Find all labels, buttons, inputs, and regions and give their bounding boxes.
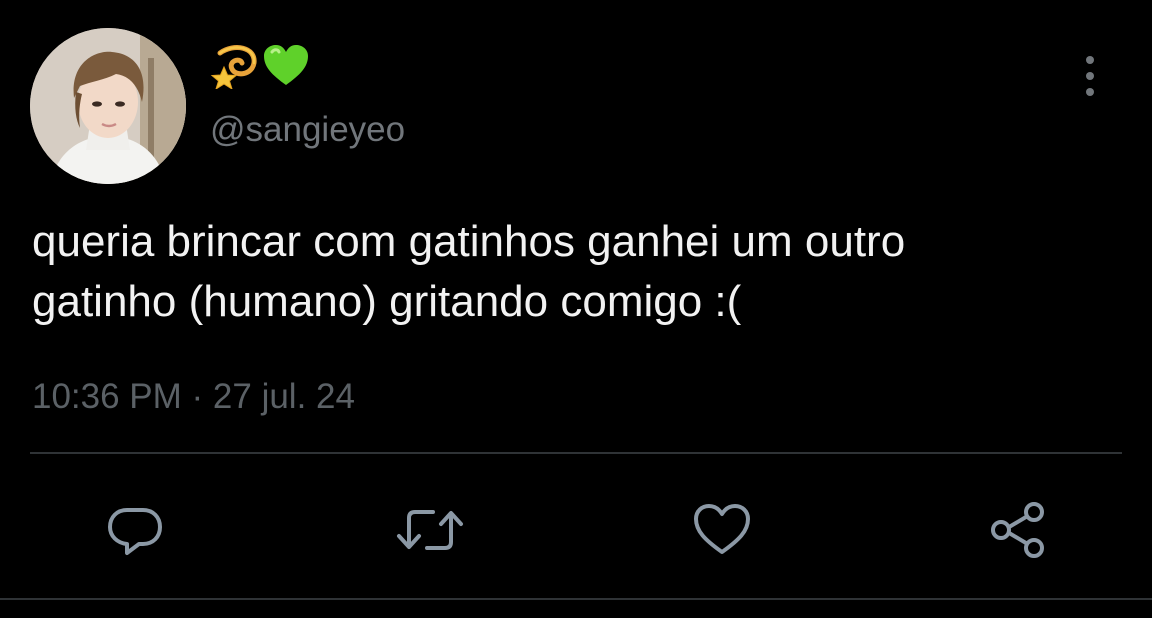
divider — [0, 598, 1152, 600]
speech-bubble-icon — [108, 508, 162, 555]
more-dot-icon — [1086, 56, 1094, 64]
retweet-arrows-icon — [397, 510, 463, 550]
tweet-timestamp[interactable]: 10:36 PM · 27 jul. 24 — [32, 374, 355, 420]
avatar-photo — [30, 28, 186, 184]
tweet-card: @sangieyeo queria brincar com gatinhos g… — [0, 0, 1152, 618]
display-name[interactable] — [210, 40, 310, 90]
heart-outline-icon — [694, 504, 750, 554]
tweet-text-line: gatinho (humano) gritando comigo :( — [32, 277, 742, 326]
avatar[interactable] — [30, 28, 186, 184]
more-dot-icon — [1086, 88, 1094, 96]
divider — [30, 452, 1122, 454]
tweet-text-line: queria brincar com gatinhos ganhei um ou… — [32, 217, 906, 266]
dizzy-emoji-icon — [210, 45, 257, 89]
user-handle[interactable]: @sangieyeo — [210, 108, 405, 152]
more-options-button[interactable] — [1070, 52, 1110, 100]
share-button[interactable] — [978, 490, 1058, 570]
more-dot-icon — [1086, 72, 1094, 80]
green-heart-emoji-icon — [264, 45, 308, 85]
reply-button[interactable] — [95, 490, 175, 570]
action-bar — [0, 490, 1152, 570]
like-button[interactable] — [682, 490, 762, 570]
retweet-button[interactable] — [390, 490, 470, 570]
share-nodes-icon — [991, 502, 1044, 558]
tweet-text: queria brincar com gatinhos ganhei um ou… — [32, 212, 1122, 332]
